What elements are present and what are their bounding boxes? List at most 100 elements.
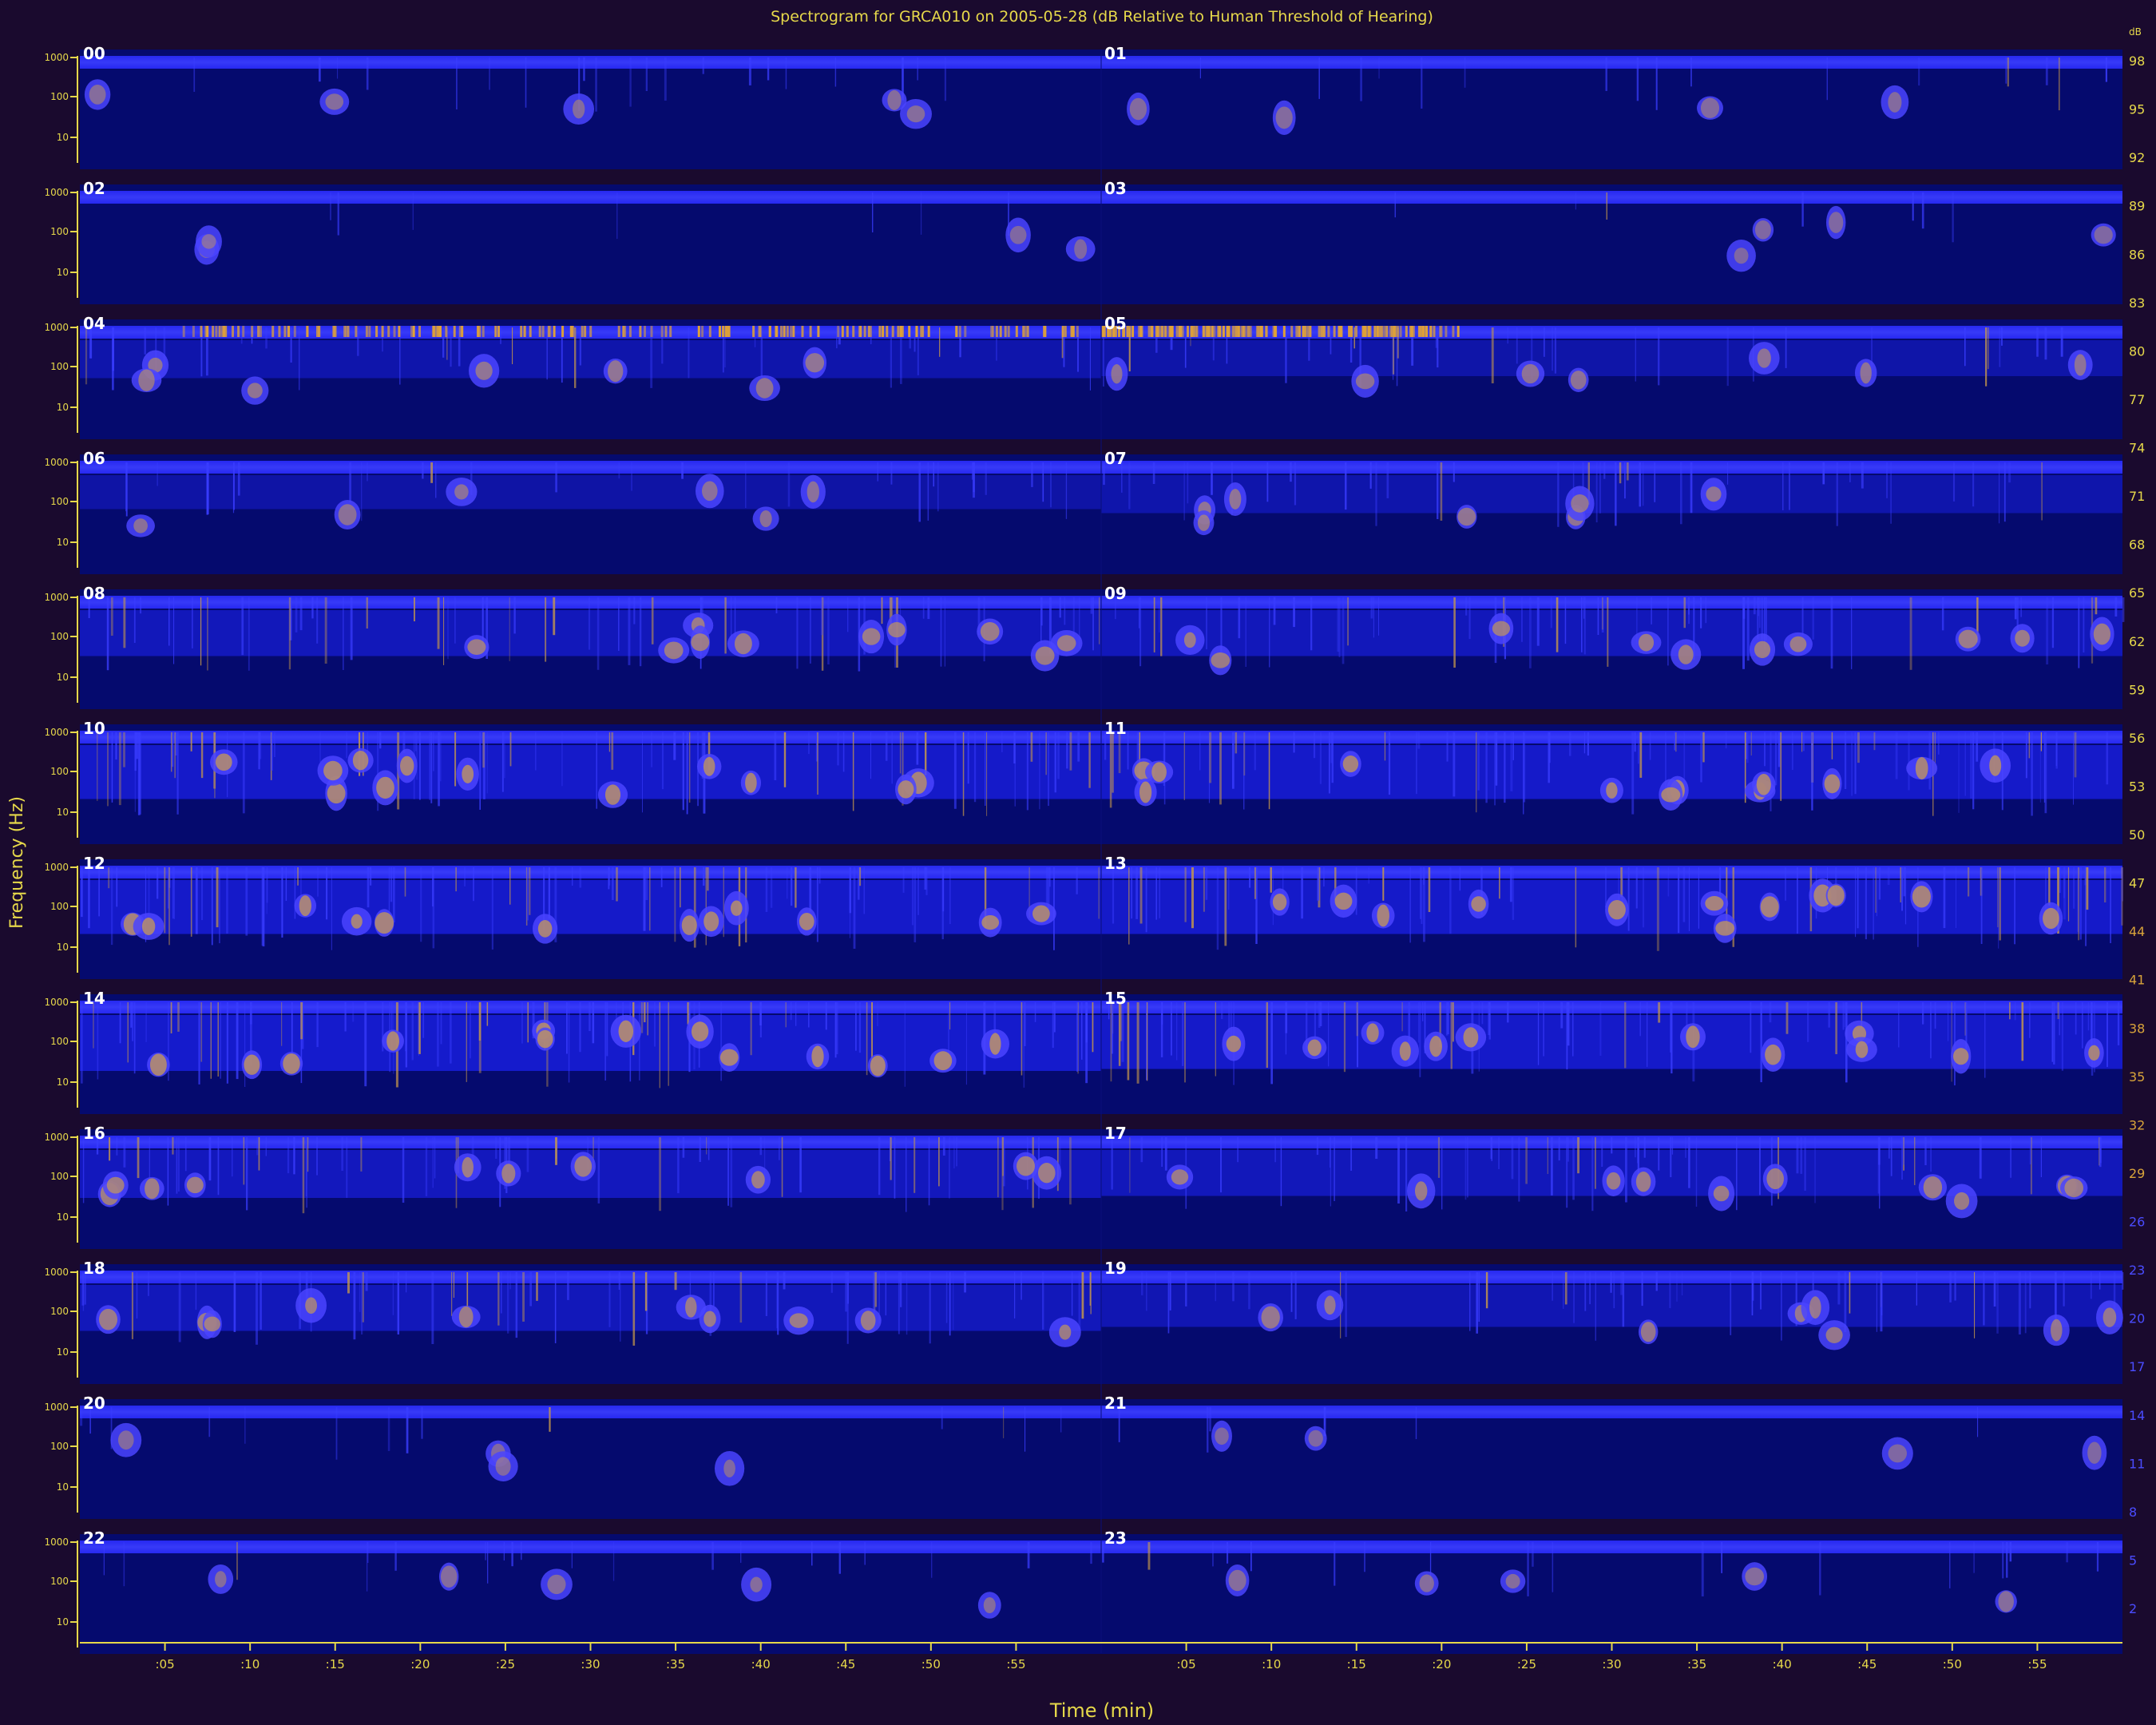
- activity-streak: [1088, 732, 1091, 788]
- activity-streak: [686, 732, 688, 815]
- activity-streak: [645, 58, 648, 91]
- activity-streak: [361, 462, 363, 521]
- activity-streak: [148, 1272, 149, 1296]
- activity-streak: [454, 732, 457, 787]
- activity-streak: [145, 1002, 147, 1042]
- activity-streak: [132, 1002, 133, 1041]
- hour-label: 13: [1104, 854, 1127, 873]
- intense-band-segment: [242, 326, 245, 337]
- activity-streak: [1347, 597, 1349, 646]
- call-event: [799, 912, 814, 930]
- activity-streak: [1875, 867, 1877, 913]
- activity-streak: [1523, 732, 1524, 815]
- call-event: [1888, 1444, 1908, 1463]
- activity-streak: [527, 1002, 529, 1043]
- call-event: [2102, 1307, 2117, 1327]
- intense-band-segment: [701, 326, 704, 337]
- call-event: [1429, 1035, 1442, 1057]
- activity-streak: [941, 867, 944, 940]
- call-event: [1756, 774, 1771, 795]
- activity-streak: [1603, 462, 1606, 479]
- activity-streak: [1343, 1002, 1346, 1073]
- intense-band-segment: [1393, 326, 1397, 337]
- time-tick-label: :15: [326, 1657, 345, 1671]
- intense-band-segment: [283, 326, 287, 337]
- freq-tick-label: 1000: [44, 457, 69, 468]
- activity-streak: [2087, 1002, 2090, 1031]
- activity-streak: [2053, 1002, 2055, 1065]
- activity-streak: [1924, 1137, 1927, 1165]
- activity-streak: [1375, 462, 1377, 526]
- call-event: [703, 1311, 716, 1327]
- activity-streak: [1447, 1002, 1449, 1034]
- db-scale-label: 11: [2129, 1456, 2145, 1471]
- activity-streak: [440, 1002, 442, 1045]
- activity-streak: [2059, 1002, 2060, 1036]
- freq-tick-label: 1000: [44, 1267, 69, 1278]
- activity-streak: [891, 732, 893, 784]
- call-event: [608, 360, 624, 383]
- db-scale-label: 44: [2129, 924, 2145, 939]
- activity-streak: [1999, 867, 2001, 941]
- activity-streak: [1973, 1542, 1975, 1573]
- activity-streak: [759, 1137, 762, 1156]
- activity-streak: [1047, 867, 1050, 909]
- intense-band-segment: [1369, 326, 1372, 337]
- activity-streak: [1904, 867, 1907, 925]
- activity-streak: [925, 732, 927, 775]
- hf-band: [1101, 1406, 2122, 1418]
- activity-streak: [1552, 1272, 1553, 1301]
- call-event: [325, 93, 344, 110]
- activity-streak: [370, 867, 372, 886]
- activity-streak: [937, 462, 939, 512]
- call-event: [1715, 921, 1735, 936]
- activity-streak: [1642, 867, 1645, 928]
- activity-streak: [123, 732, 125, 767]
- activity-streak: [266, 867, 268, 903]
- call-event: [1017, 1156, 1035, 1176]
- intense-band-segment: [1282, 326, 1286, 337]
- activity-streak: [220, 1002, 221, 1079]
- activity-streak: [246, 1137, 248, 1211]
- activity-streak: [1064, 597, 1066, 625]
- activity-streak: [1145, 867, 1147, 933]
- activity-streak: [1128, 462, 1131, 510]
- call-event: [1606, 1172, 1621, 1190]
- intense-band-segment: [664, 326, 668, 337]
- call-event: [201, 234, 216, 249]
- call-event: [1989, 755, 2002, 776]
- activity-streak: [344, 1002, 347, 1032]
- call-event: [462, 764, 474, 783]
- intense-band-segment: [1243, 326, 1246, 337]
- intense-band-segment: [569, 326, 573, 337]
- activity-streak: [294, 867, 296, 919]
- db-scale-label: 98: [2129, 54, 2145, 69]
- activity-streak: [1232, 1272, 1235, 1302]
- activity-streak: [341, 1137, 343, 1171]
- call-event: [1228, 1569, 1246, 1592]
- call-event: [1183, 632, 1196, 648]
- activity-streak: [193, 58, 196, 92]
- freq-tick-label: 10: [57, 1616, 69, 1628]
- db-scale-label: 20: [2129, 1311, 2145, 1326]
- activity-streak: [1386, 462, 1389, 498]
- hf-band: [80, 866, 1101, 878]
- intense-band-segment: [790, 326, 793, 337]
- activity-streak: [208, 1407, 211, 1438]
- activity-streak: [501, 732, 504, 792]
- activity-streak: [82, 1272, 85, 1311]
- activity-streak: [1901, 1137, 1903, 1180]
- intense-band-segment: [1192, 326, 1195, 337]
- activity-streak: [2041, 462, 2043, 521]
- intense-band-segment: [697, 326, 700, 337]
- call-event: [1261, 1306, 1280, 1329]
- activity-streak: [489, 58, 490, 90]
- activity-streak: [331, 867, 332, 950]
- intense-band-segment: [410, 326, 413, 337]
- activity-streak: [1405, 1137, 1408, 1211]
- call-event: [691, 633, 710, 652]
- activity-streak: [1232, 732, 1235, 789]
- intense-band-segment: [639, 326, 642, 337]
- intense-band-segment: [1181, 326, 1184, 337]
- activity-streak: [208, 1137, 212, 1181]
